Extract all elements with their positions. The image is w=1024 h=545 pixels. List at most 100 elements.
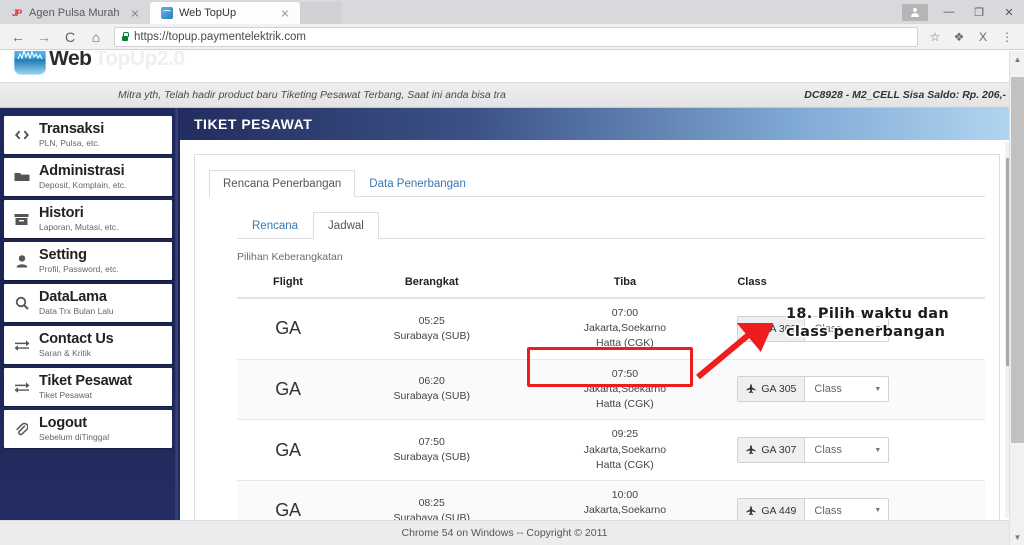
flight-number: GA 307 bbox=[761, 444, 797, 457]
sidebar-item-tiket-pesawat[interactable]: Tiket Pesawat Tiket Pesawat bbox=[4, 368, 172, 406]
table-row: GA 08:25 Surabaya (SUB) 10:00 Jakarta,So… bbox=[237, 480, 985, 520]
sidebar-item-administrasi[interactable]: Administrasi Deposit, Komplain, etc. bbox=[4, 158, 172, 196]
column-header-berangkat: Berangkat bbox=[339, 271, 525, 299]
flight-number-badge: GA 307 bbox=[738, 438, 806, 463]
sidebar-item-title: Contact Us bbox=[39, 330, 114, 347]
maximize-button[interactable]: ❐ bbox=[964, 0, 994, 24]
close-window-button[interactable]: ✕ bbox=[994, 0, 1024, 24]
lock-icon bbox=[121, 32, 129, 41]
tab-jadwal[interactable]: Jadwal bbox=[313, 212, 379, 239]
adblock-icon[interactable]: X bbox=[972, 26, 994, 48]
class-dropdown-value: Class bbox=[814, 383, 842, 396]
sidebar-item-title: Transaksi bbox=[39, 120, 105, 137]
sidebar-item-setting[interactable]: Setting Profil, Password, etc. bbox=[4, 242, 172, 280]
home-icon[interactable]: ⌂ bbox=[84, 25, 108, 49]
class-dropdown-value: Class bbox=[814, 504, 842, 517]
logo-text: Web bbox=[49, 51, 92, 70]
class-dropdown-value: Class bbox=[814, 444, 842, 457]
class-dropdown[interactable]: Class ▼ bbox=[805, 377, 889, 402]
browser-tab-0[interactable]: JP Agen Pulsa Murah dan P bbox=[0, 2, 150, 24]
annotation-line-2: class penerbangan bbox=[786, 324, 946, 341]
plane-icon bbox=[746, 384, 756, 394]
sidebar-item-sub: Sebelum diTinggal bbox=[39, 432, 110, 443]
sidebar-item-title: Logout bbox=[39, 414, 87, 431]
class-dropdown[interactable]: Class ▼ bbox=[805, 498, 889, 520]
departure-time: 07:50 bbox=[418, 435, 445, 448]
departure-time: 08:25 bbox=[418, 496, 445, 509]
sidebar-item-sub: Tiket Pesawat bbox=[39, 390, 93, 401]
sidebar-item-logout[interactable]: Logout Sebelum diTinggal bbox=[4, 410, 172, 448]
web-topup-favicon bbox=[160, 7, 173, 20]
page-scrollbar-thumb[interactable] bbox=[1011, 77, 1024, 443]
flights-table-wrapper: Pilihan Keberangkatan Flight Berangkat T… bbox=[237, 251, 985, 520]
account-balance-text: DC8928 - M2_CELL Sisa Saldo: Rp. 206,- bbox=[804, 89, 1006, 101]
content-header: TIKET PESAWAT bbox=[180, 108, 1024, 140]
arrival-place-line1: Jakarta,Soekarno bbox=[583, 443, 667, 456]
inner-tabs: Rencana Jadwal bbox=[237, 211, 985, 239]
sidebar-item-title: Tiket Pesawat bbox=[39, 372, 133, 389]
flight-number: GA 449 bbox=[761, 504, 797, 517]
user-icon bbox=[13, 254, 30, 268]
column-header-flight: Flight bbox=[237, 271, 339, 299]
column-header-tiba: Tiba bbox=[524, 271, 726, 299]
reload-icon[interactable]: C bbox=[58, 25, 82, 49]
class-selector-group[interactable]: GA 449 Class ▼ bbox=[737, 497, 890, 520]
class-dropdown[interactable]: Class ▼ bbox=[805, 438, 889, 463]
page-scroll-up-icon[interactable]: ▲ bbox=[1010, 51, 1024, 67]
exchange-icon bbox=[13, 339, 30, 351]
tab-data-penerbangan[interactable]: Data Penerbangan bbox=[355, 170, 480, 197]
sidebar-item-datalama[interactable]: DataLama Data Trx Bulan Lalu bbox=[4, 284, 172, 322]
browser-window: JP Agen Pulsa Murah dan P Web TopUp — ❐ … bbox=[0, 0, 1024, 545]
page-title: TIKET PESAWAT bbox=[194, 116, 313, 132]
section-label: Pilihan Keberangkatan bbox=[237, 251, 343, 263]
sidebar-item-sub: Profil, Password, etc. bbox=[39, 264, 119, 275]
new-tab-button[interactable] bbox=[300, 2, 342, 24]
departure-place: Surabaya (SUB) bbox=[393, 390, 470, 403]
arrival-place-line1: Jakarta,Soekarno bbox=[583, 382, 667, 395]
minimize-button[interactable]: — bbox=[934, 0, 964, 24]
profile-avatar-icon[interactable] bbox=[902, 3, 928, 21]
code-icon bbox=[13, 129, 30, 141]
sidebar-item-sub: Laporan, Mutasi, etc. bbox=[39, 222, 119, 233]
close-icon[interactable] bbox=[278, 6, 292, 20]
class-selector-group[interactable]: GA 307 Class ▼ bbox=[737, 437, 890, 464]
extension-icon[interactable]: ❖ bbox=[948, 26, 970, 48]
address-bar[interactable]: https://topup.paymentelektrik.com bbox=[114, 26, 918, 47]
window-controls: — ❐ ✕ bbox=[902, 0, 1024, 24]
chevron-down-icon: ▼ bbox=[874, 446, 882, 454]
archive-icon bbox=[13, 213, 30, 226]
departure-place: Surabaya (SUB) bbox=[393, 511, 470, 520]
column-header-class: Class bbox=[725, 271, 985, 299]
arrival-place-line2: Hatta (CGK) bbox=[596, 337, 654, 350]
chevron-down-icon: ▼ bbox=[874, 507, 882, 515]
chrome-menu-icon[interactable]: ⋮ bbox=[996, 26, 1018, 48]
departure-place: Surabaya (SUB) bbox=[393, 451, 470, 464]
tab-rencana-penerbangan[interactable]: Rencana Penerbangan bbox=[209, 170, 356, 197]
back-icon[interactable]: ← bbox=[6, 25, 30, 49]
plane-icon bbox=[746, 506, 756, 515]
plane-icon bbox=[746, 445, 756, 455]
arrival-time: 09:25 bbox=[611, 428, 639, 441]
forward-icon[interactable]: → bbox=[32, 25, 56, 49]
sidebar-item-histori[interactable]: Histori Laporan, Mutasi, etc. bbox=[4, 200, 172, 238]
logo-ghost-text: TopUp2.0 bbox=[94, 51, 185, 70]
sidebar-item-transaksi[interactable]: Transaksi PLN, Pulsa, etc. bbox=[4, 116, 172, 154]
tab-title: Web TopUp bbox=[179, 7, 237, 19]
arrival-place-line2: Hatta (CGK) bbox=[596, 458, 654, 471]
sidebar-item-sub: PLN, Pulsa, etc. bbox=[39, 138, 100, 149]
page-scrollbar[interactable]: ▲ ▼ bbox=[1009, 51, 1024, 545]
browser-tab-1[interactable]: Web TopUp bbox=[150, 2, 300, 24]
announcement-bar: Mitra yth, Telah hadir product baru Tike… bbox=[0, 82, 1024, 108]
annotation-arrow-icon bbox=[696, 323, 774, 380]
site-logo[interactable]: Web TopUp2.0 bbox=[14, 51, 185, 75]
bookmark-star-icon[interactable]: ☆ bbox=[924, 26, 946, 48]
sidebar-item-contact-us[interactable]: Contact Us Saran & Kritik bbox=[4, 326, 172, 364]
close-icon[interactable] bbox=[128, 6, 142, 20]
tab-rencana[interactable]: Rencana bbox=[237, 212, 313, 239]
web-page: Web TopUp2.0 Mitra yth, Telah hadir prod… bbox=[0, 51, 1024, 545]
folder-icon bbox=[13, 171, 30, 183]
page-scroll-down-icon[interactable]: ▼ bbox=[1010, 529, 1024, 545]
sidebar-item-title: Administrasi bbox=[39, 162, 125, 179]
tab-title: Agen Pulsa Murah dan P bbox=[29, 7, 122, 19]
sidebar-item-title: Setting bbox=[39, 246, 87, 263]
